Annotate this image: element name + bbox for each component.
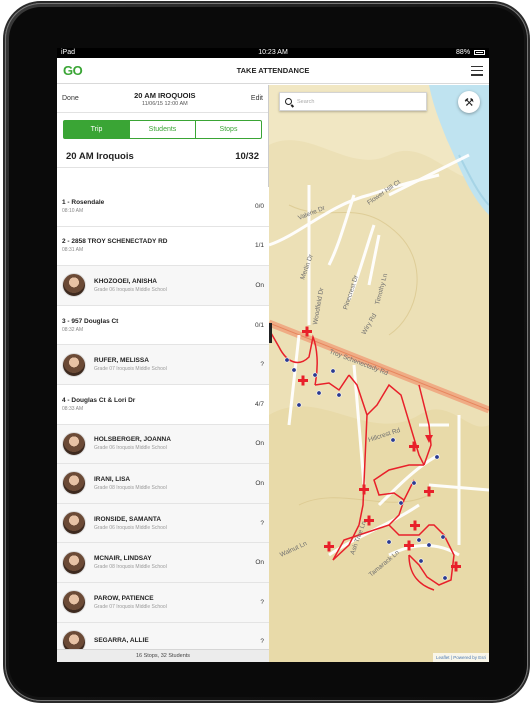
stop-time: 08:31 AM	[62, 247, 84, 254]
screen: iPad 10:23 AM 88% GO TAKE ATTENDANCE Don…	[57, 48, 489, 662]
attendance-status[interactable]: On	[255, 282, 264, 289]
app-header: GO TAKE ATTENDANCE	[57, 58, 489, 84]
stop-title: 1 - Rosendale	[62, 198, 105, 206]
trip-header: Done 20 AM IROQUOIS 11/06/15 12:00 AM Ed…	[57, 85, 268, 113]
map-search-box[interactable]	[279, 92, 427, 111]
stop-count: 1/1	[254, 242, 264, 250]
avatar	[62, 431, 86, 456]
student-row[interactable]: IRANI, LISA Grade 08 Iroquois Middle Scho…	[57, 464, 269, 504]
student-name: SEGARRA, ALLIE	[94, 637, 149, 645]
student-row[interactable]: PAROW, PATIENCE Grade 07 Iroquois Middle …	[57, 582, 269, 623]
avatar	[62, 511, 86, 536]
avatar	[62, 471, 86, 496]
student-grade: Grade 08 Iroquois Middle School	[94, 484, 167, 491]
search-input[interactable]	[297, 98, 417, 105]
stop-row[interactable]: 2 - 2858 TROY SCHENECTADY RD 08:31 AM 1/1	[57, 226, 269, 267]
student-name: KHOZOOEI, ANISHA	[94, 277, 157, 285]
student-name: MCNAIR, LINDSAY	[94, 555, 152, 563]
stop-count: 0/1	[254, 321, 264, 329]
hamburger-menu-icon[interactable]	[471, 65, 483, 76]
student-grade: Grade 07 Iroquois Middle School	[94, 603, 167, 610]
wrench-hammer-icon: ⚒	[464, 96, 474, 109]
trip-summary: 20 AM Iroquois 10/32	[57, 146, 268, 168]
stop-time: 08:33 AM	[62, 405, 84, 412]
stop-row[interactable]: 3 - 957 Douglas Ct 08:32 AM 0/1	[57, 305, 269, 346]
stop-row[interactable]: 4 - Douglas Ct & Lori Dr 08:33 AM 4/7	[57, 384, 269, 425]
trip-title: 20 AM IROQUOIS	[134, 90, 196, 100]
student-name: IRONSIDE, SAMANTA	[94, 515, 162, 523]
tab-stops[interactable]: Stops	[195, 121, 261, 138]
attendance-status[interactable]: On	[255, 440, 264, 447]
stop-count: 4/7	[254, 400, 264, 408]
student-row[interactable]: MCNAIR, LINDSAY Grade 08 Iroquois Middle …	[57, 543, 269, 583]
view-tabs: Trip Students Stops	[63, 120, 262, 139]
map-drag-handle[interactable]	[269, 323, 272, 343]
tab-trip[interactable]: Trip	[64, 121, 129, 138]
edit-button[interactable]: Edit	[251, 95, 263, 102]
attendance-status[interactable]: On	[255, 480, 264, 487]
attendance-status[interactable]: On	[255, 559, 264, 566]
student-row[interactable]: SEGARRA, ALLIE ?	[57, 622, 269, 649]
stop-title: 3 - 957 Douglas Ct	[62, 317, 119, 325]
route-map[interactable]: Valerie Dr Flower Hill Ct Merlin Dr Wood…	[269, 85, 489, 662]
tools-button[interactable]: ⚒	[458, 91, 480, 113]
avatar	[62, 550, 86, 575]
tab-students[interactable]: Students	[129, 121, 195, 138]
attendance-status[interactable]: ?	[260, 599, 264, 606]
stop-row[interactable]: 1 - Rosendale 08:10 AM 0/0	[57, 187, 269, 227]
stop-time: 08:10 AM	[62, 207, 84, 214]
map-canvas: Valerie Dr Flower Hill Ct Merlin Dr Wood…	[269, 85, 489, 662]
student-row[interactable]: IRONSIDE, SAMANTA Grade 06 Iroquois Middl…	[57, 503, 269, 544]
avatar	[62, 352, 86, 377]
student-row[interactable]: KHOZOOEI, ANISHA Grade 06 Iroquois Middle…	[57, 266, 269, 306]
student-row[interactable]: RUFER, MELISSA Grade 07 Iroquois Middle S…	[57, 345, 269, 385]
battery-icon	[474, 49, 485, 55]
status-time: 10:23 AM	[258, 49, 288, 56]
avatar	[62, 273, 86, 298]
stop-count: 0/0	[254, 202, 264, 210]
done-button[interactable]: Done	[62, 95, 79, 102]
student-grade: Grade 07 Iroquois Middle School	[94, 366, 167, 373]
attendance-status[interactable]: ?	[260, 520, 264, 527]
student-row[interactable]: HOLSBERGER, JOANNA Grade 06 Iroquois Midd…	[57, 424, 269, 465]
attendance-status[interactable]: ?	[260, 638, 264, 645]
avatar	[62, 590, 86, 615]
stop-title: 4 - Douglas Ct & Lori Dr	[62, 396, 136, 404]
student-name: PAROW, PATIENCE	[94, 594, 154, 602]
student-grade: Grade 06 Iroquois Middle School	[94, 524, 167, 531]
map-attribution[interactable]: Leaflet | Powered by Esri	[433, 653, 489, 662]
app-logo[interactable]: GO	[63, 63, 83, 78]
trip-panel: Done 20 AM IROQUOIS 11/06/15 12:00 AM Ed…	[57, 85, 269, 662]
status-bar: iPad 10:23 AM 88%	[57, 48, 489, 58]
trip-name: 20 AM Iroquois	[66, 151, 134, 162]
student-name: RUFER, MELISSA	[94, 357, 149, 365]
attendance-count: 10/32	[235, 151, 259, 162]
student-grade: Grade 06 Iroquois Middle School	[94, 445, 167, 452]
student-grade: Grade 08 Iroquois Middle School	[94, 564, 167, 571]
list-footer: 16 Stops, 32 Students	[57, 649, 269, 662]
student-name: HOLSBERGER, JOANNA	[94, 436, 171, 444]
stop-title: 2 - 2858 TROY SCHENECTADY RD	[62, 238, 168, 246]
page-title: TAKE ATTENDANCE	[236, 66, 310, 75]
avatar	[62, 629, 86, 649]
student-grade: Grade 06 Iroquois Middle School	[94, 286, 167, 293]
search-icon	[285, 98, 292, 105]
student-name: IRANI, LISA	[94, 475, 131, 483]
attendance-status[interactable]: ?	[260, 361, 264, 368]
stop-student-list: 1 - Rosendale 08:10 AM 0/0 2 - 2858 TROY …	[57, 187, 269, 649]
trip-datetime: 11/06/15 12:00 AM	[141, 100, 188, 107]
stop-time: 08:32 AM	[62, 326, 84, 333]
